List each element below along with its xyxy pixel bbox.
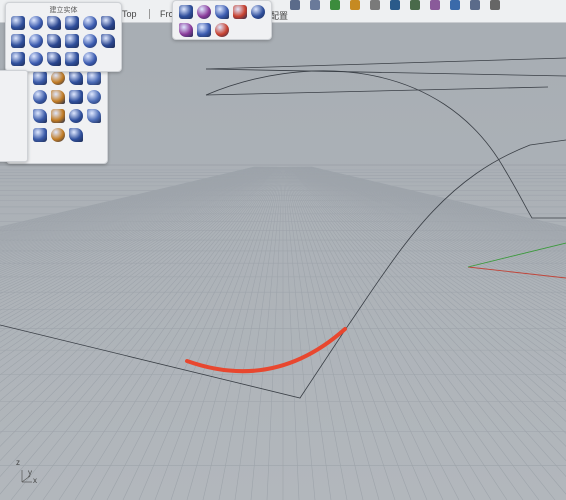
solid-toolbar-panel: 建立实体 <box>5 2 122 72</box>
cube-icon[interactable] <box>11 34 25 48</box>
torus-icon[interactable] <box>29 52 43 66</box>
plane-surface-icon[interactable] <box>69 71 83 85</box>
toolbar-icon-10[interactable] <box>470 0 480 10</box>
extrude-icon[interactable] <box>33 71 47 85</box>
toolbar-icon-6[interactable] <box>390 0 400 10</box>
mesh-patch-icon[interactable] <box>179 23 193 37</box>
mesh-star-icon[interactable] <box>197 23 211 37</box>
pyramid-small-icon[interactable] <box>83 34 97 48</box>
toolbar-icon-2[interactable] <box>310 0 320 10</box>
tube-icon[interactable] <box>101 34 115 48</box>
ellipsoid-icon[interactable] <box>65 16 79 30</box>
transform-icon[interactable] <box>33 128 47 142</box>
toolbar-icon-9[interactable] <box>450 0 460 10</box>
mesh-grid-icon[interactable] <box>179 5 193 19</box>
mesh-box-icon[interactable] <box>197 5 211 19</box>
mesh-sphere-icon[interactable] <box>215 5 229 19</box>
toolbar-icon-7[interactable] <box>410 0 420 10</box>
blend-surface-icon[interactable] <box>87 90 101 104</box>
rebuild-icon[interactable] <box>51 128 65 142</box>
cone-icon[interactable] <box>101 16 115 30</box>
fillet-solid-icon[interactable] <box>47 52 61 66</box>
boolean-icon[interactable] <box>83 52 97 66</box>
extrude-solid-icon[interactable] <box>65 52 79 66</box>
x-axis-label: x <box>33 476 37 485</box>
mesh-face-icon[interactable] <box>233 5 247 19</box>
cone-small-icon[interactable] <box>65 34 79 48</box>
toolbar-icon-1[interactable] <box>290 0 300 10</box>
boolean-union-icon[interactable] <box>51 109 65 123</box>
ellipse-solid-icon[interactable] <box>83 16 97 30</box>
color-cube-icon[interactable] <box>51 71 65 85</box>
tab-config[interactable]: 配置 <box>270 9 288 22</box>
truncated-cone-icon[interactable] <box>47 34 61 48</box>
z-axis-label: z <box>16 458 20 467</box>
revolve-icon[interactable] <box>51 90 65 104</box>
pyramid-icon[interactable] <box>29 34 43 48</box>
toolbar-icon-8[interactable] <box>430 0 440 10</box>
cylinder-icon[interactable] <box>29 16 43 30</box>
sweep-icon[interactable] <box>69 90 83 104</box>
network-surface-icon[interactable] <box>33 90 47 104</box>
box-icon[interactable] <box>11 16 25 30</box>
y-axis-label: y <box>28 468 32 477</box>
mesh-toolbar-panel <box>172 0 272 40</box>
mesh-cube-outline-icon[interactable] <box>215 23 229 37</box>
tab-top[interactable]: Top <box>122 9 137 19</box>
toolbar-icon-5[interactable] <box>370 0 380 10</box>
panel-title: 建立实体 <box>49 7 78 14</box>
tab-separator <box>149 9 150 19</box>
left-tool-strip <box>0 70 28 162</box>
point-cloud-icon[interactable] <box>251 5 265 19</box>
sphere-icon[interactable] <box>47 16 61 30</box>
toolbar-icon-11[interactable] <box>490 0 500 10</box>
toolbar-icon-4[interactable] <box>350 0 360 10</box>
split-icon[interactable] <box>69 109 83 123</box>
edit-points-icon[interactable] <box>33 109 47 123</box>
edge-icon[interactable] <box>69 128 83 142</box>
loft-icon[interactable] <box>87 71 101 85</box>
cap-icon[interactable] <box>87 109 101 123</box>
pipe-icon[interactable] <box>11 52 25 66</box>
toolbar-icon-3[interactable] <box>330 0 340 10</box>
